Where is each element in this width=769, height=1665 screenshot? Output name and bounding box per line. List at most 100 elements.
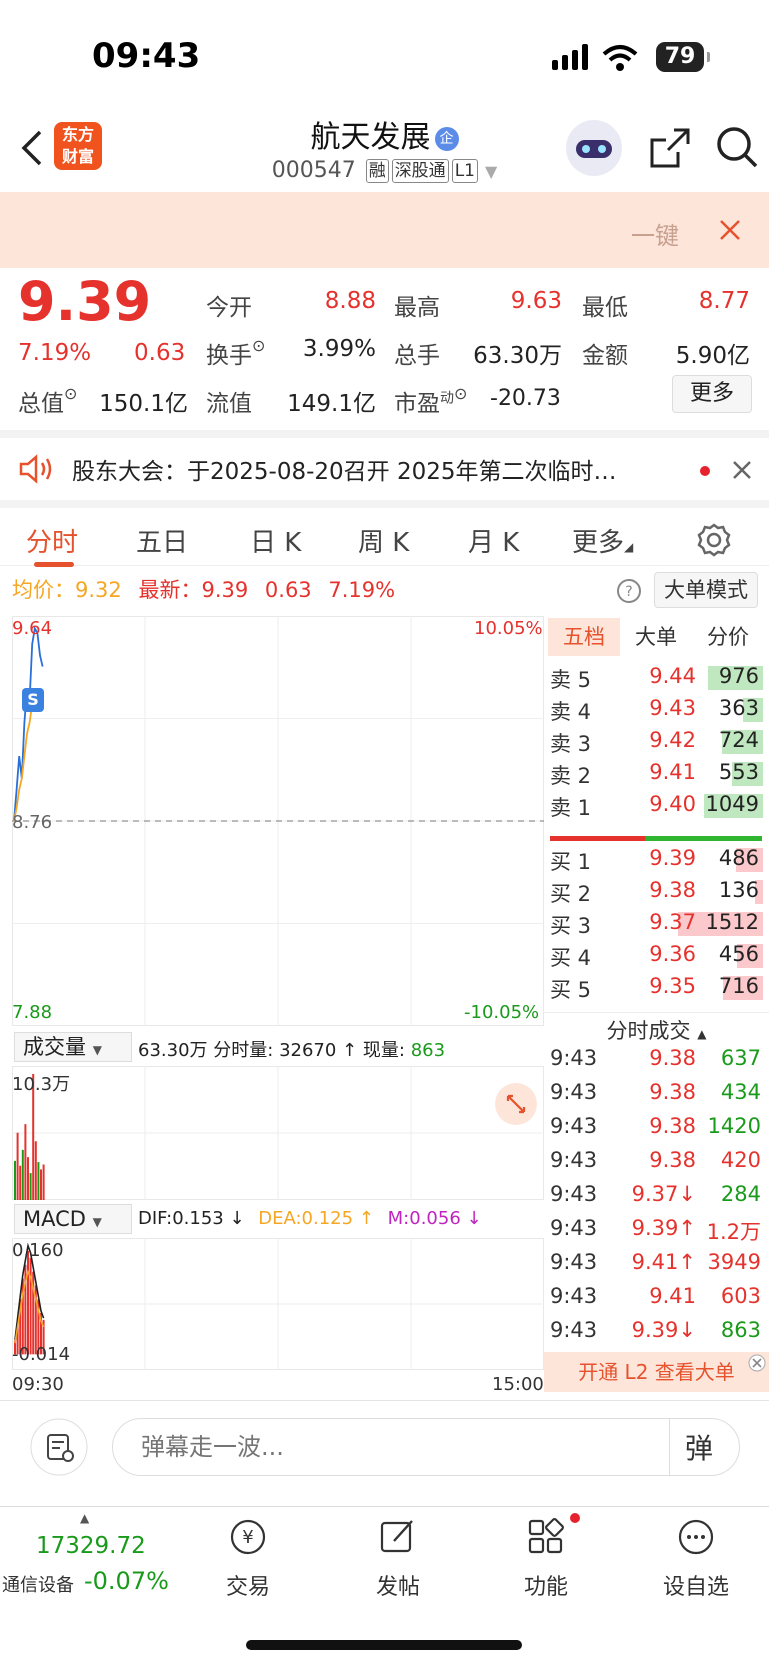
stock-code: 000547 (271, 158, 356, 183)
index-change[interactable]: -0.07% (84, 1567, 169, 1595)
market-cap-label[interactable]: 总值⊙ (18, 384, 77, 418)
macd-bar (29, 1257, 32, 1355)
trade-price: 9.39↑ (631, 1216, 696, 1240)
trade-row[interactable]: 9:43 9.39↓ 863 (544, 1316, 769, 1350)
float-cap-value: 149.1亿 (287, 391, 376, 417)
trade-row[interactable]: 9:43 9.39↑ 1.2万 (544, 1214, 769, 1248)
tab-monthly-k[interactable]: 月 K (468, 522, 519, 559)
tab-big-orders[interactable]: 大单 (620, 618, 692, 656)
volume-label: 总手 (394, 343, 440, 369)
ask-row[interactable]: 卖 2 9.41 553 (544, 758, 769, 790)
bid-row[interactable]: 买 5 9.35 716 (544, 972, 769, 1004)
level-price: 9.41 (649, 760, 696, 784)
bid-row[interactable]: 买 1 9.39 486 (544, 844, 769, 876)
trade-row[interactable]: 9:43 9.38 434 (544, 1078, 769, 1112)
tab-daily-k[interactable]: 日 K (250, 522, 301, 559)
post-icon[interactable] (378, 1517, 418, 1557)
danmu-input[interactable] (141, 1429, 621, 1465)
macd-y-tick-top: 0.160 (12, 1240, 64, 1261)
status-bar: 09:43 79 (0, 0, 769, 110)
close-icon[interactable] (748, 1354, 766, 1372)
trade-price: 9.38 (649, 1080, 696, 1104)
ask-row[interactable]: 卖 1 9.40 1049 (544, 790, 769, 822)
note-icon[interactable] (30, 1418, 88, 1476)
level-label: 卖 5 (550, 668, 592, 692)
big-order-mode-button[interactable]: 大单模式 (654, 572, 758, 608)
tab-five-day[interactable]: 五日 (136, 522, 188, 559)
level-volume: 486 (718, 846, 759, 870)
nav-features[interactable]: 功能 (486, 1569, 606, 1601)
trade-icon[interactable]: ¥ (228, 1517, 268, 1557)
trade-row[interactable]: 9:43 9.38 420 (544, 1146, 769, 1180)
trade-row[interactable]: 9:43 9.38 637 (544, 1044, 769, 1078)
trade-volume: 284 (720, 1182, 761, 1206)
trade-row[interactable]: 9:43 9.41↑ 3949 (544, 1248, 769, 1282)
volume-chart[interactable] (12, 1066, 544, 1200)
s-marker-icon[interactable]: S (22, 688, 44, 712)
macd-indicator-select[interactable]: MACD ▼ (14, 1204, 132, 1234)
index-name[interactable]: 通信设备 (2, 1571, 74, 1597)
trade-time: 9:43 (550, 1182, 598, 1206)
level-label: 买 2 (550, 882, 592, 906)
level-volume: 456 (718, 942, 759, 966)
level-volume: 976 (718, 664, 759, 688)
y-tick-top-right: 10.05% (474, 618, 543, 639)
share-icon[interactable] (648, 126, 692, 170)
intraday-price-chart[interactable] (12, 616, 544, 1026)
expand-icon[interactable] (494, 1082, 538, 1126)
nav-trade[interactable]: 交易 (188, 1569, 308, 1601)
watchlist-icon[interactable] (676, 1517, 716, 1557)
danmu-toggle-button[interactable]: 弹 (685, 1427, 713, 1467)
index-value[interactable]: 17329.72 (36, 1533, 146, 1559)
tab-intraday[interactable]: 分时 (26, 522, 78, 559)
close-icon[interactable] (718, 218, 742, 242)
bid-row[interactable]: 买 4 9.36 456 (544, 940, 769, 972)
tab-five-levels[interactable]: 五档 (548, 618, 620, 656)
features-icon[interactable] (526, 1517, 566, 1557)
tag-level: L1 (451, 159, 478, 183)
nav-add-watchlist[interactable]: 设自选 (636, 1569, 756, 1601)
trades-header[interactable]: 分时成交 ▲ (544, 1012, 769, 1045)
ask-row[interactable]: 卖 3 9.42 724 (544, 726, 769, 758)
tab-weekly-k[interactable]: 周 K (358, 522, 409, 559)
pe-label[interactable]: 市盈动⊙ (394, 384, 467, 418)
nav-post[interactable]: 发帖 (338, 1569, 458, 1601)
bid-row[interactable]: 买 2 9.38 136 (544, 876, 769, 908)
trade-row[interactable]: 9:43 9.37↓ 284 (544, 1180, 769, 1214)
help-icon[interactable]: ? (616, 578, 642, 604)
trade-time: 9:43 (550, 1080, 598, 1104)
promo-banner[interactable]: 一键 (0, 192, 769, 268)
macd-chart[interactable] (12, 1238, 544, 1370)
search-icon[interactable] (714, 124, 760, 170)
trade-row[interactable]: 9:43 9.38 1420 (544, 1112, 769, 1146)
trade-volume: 637 (720, 1046, 761, 1070)
pe-value: -20.73 (490, 386, 561, 411)
section-divider (0, 1400, 769, 1401)
tag-margin: 融 (365, 159, 389, 183)
volume-bar (21, 1149, 24, 1200)
amount-value: 5.90亿 (675, 343, 750, 369)
close-icon[interactable] (732, 460, 752, 480)
level-label: 买 4 (550, 946, 592, 970)
bid-row[interactable]: 买 3 9.37 1512 (544, 908, 769, 940)
low-value: 8.77 (698, 288, 750, 314)
ask-row[interactable]: 卖 5 9.44 976 (544, 662, 769, 694)
volume-indicator-select[interactable]: 成交量 ▼ (14, 1032, 132, 1062)
announcement-bar[interactable]: 股东大会：于2025-08-20召开 2025年第二次临时… (0, 430, 769, 496)
macd-y-tick-bottom: -0.014 (12, 1344, 71, 1365)
l2-banner[interactable]: 开通 L2 查看大单 (544, 1352, 769, 1392)
tab-price-distribution[interactable]: 分价 (692, 618, 764, 656)
trade-volume: 434 (720, 1080, 761, 1104)
level-price: 9.39 (649, 846, 696, 870)
tab-more[interactable]: 更多◢ (572, 522, 633, 559)
chevron-down-icon[interactable]: ▼ (485, 162, 497, 181)
open-label: 今开 (206, 295, 252, 321)
turnover-label[interactable]: 换手⊙ (206, 336, 265, 370)
ask-row[interactable]: 卖 4 9.43 363 (544, 694, 769, 726)
assistant-robot-icon[interactable] (564, 118, 624, 178)
trade-row[interactable]: 9:43 9.41 603 (544, 1282, 769, 1316)
gear-icon[interactable] (696, 522, 732, 558)
trade-volume: 863 (720, 1318, 761, 1342)
more-button[interactable]: 更多 (672, 375, 752, 413)
level-price: 9.44 (649, 664, 696, 688)
